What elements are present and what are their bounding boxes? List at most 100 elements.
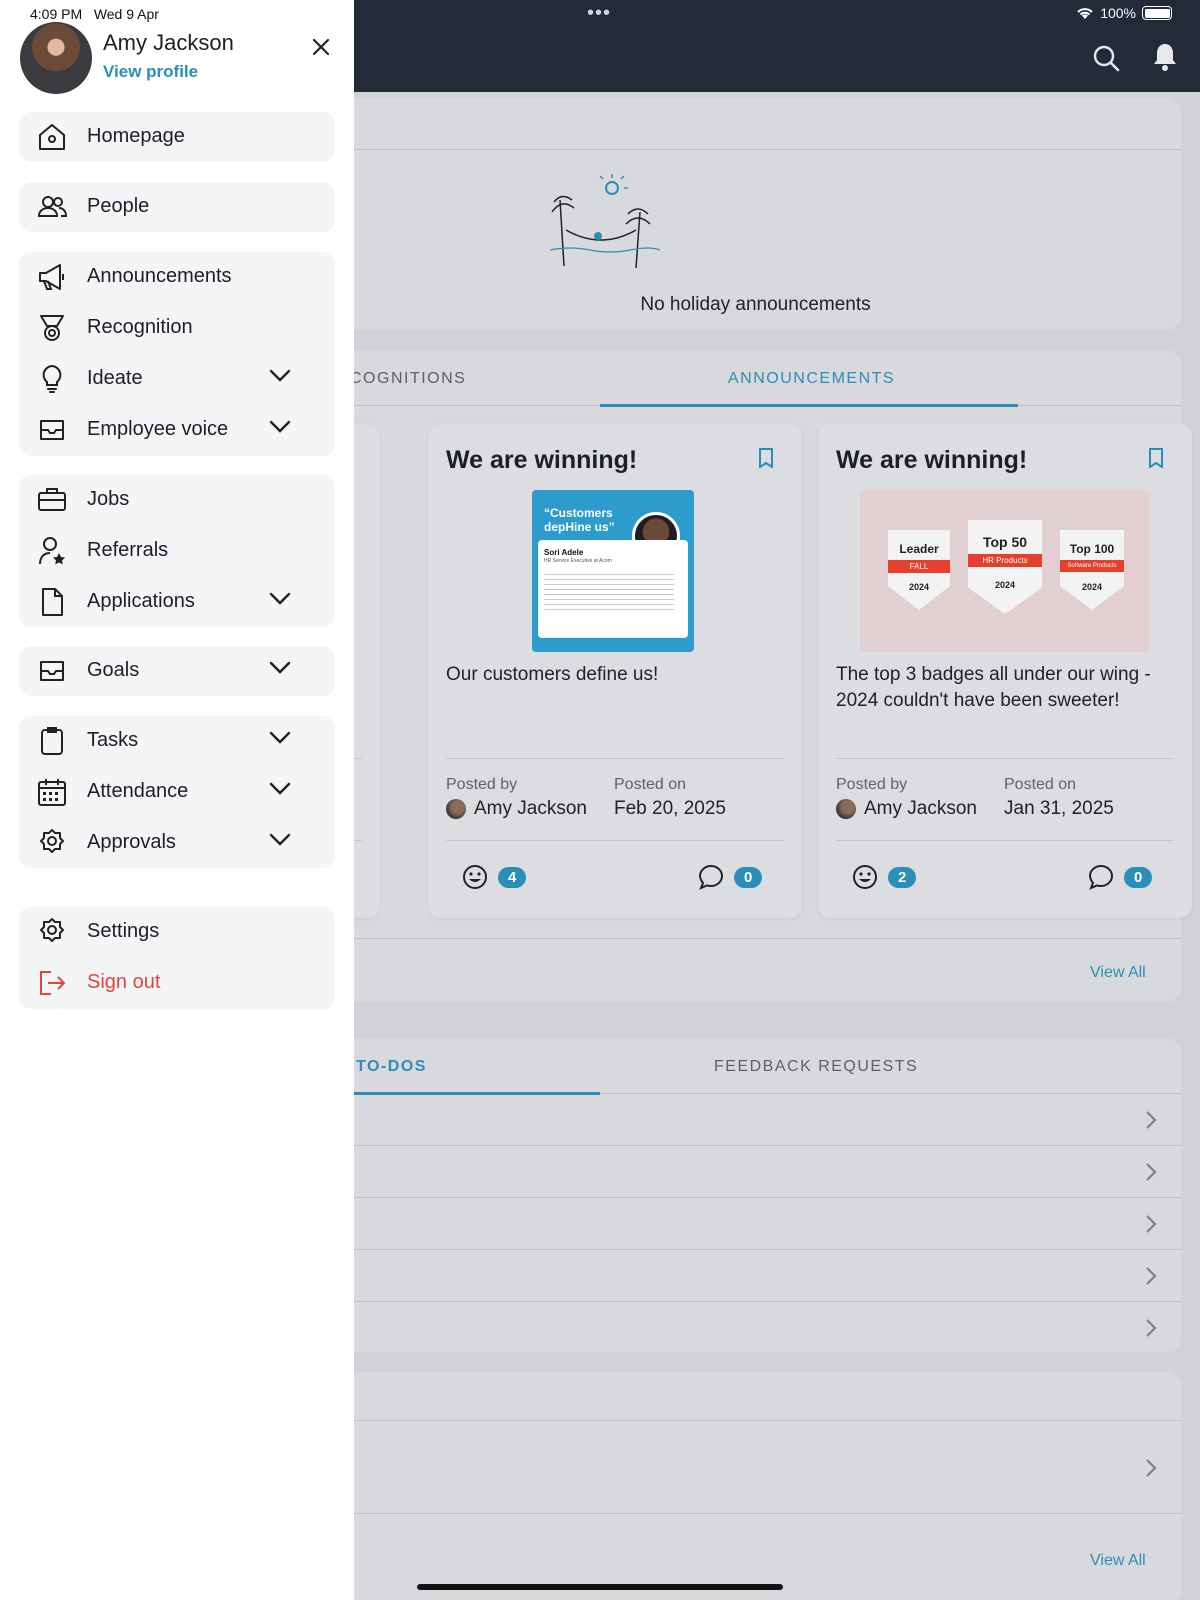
reactions[interactable]: 4 xyxy=(462,864,527,890)
home-indicator[interactable] xyxy=(417,1584,783,1590)
announcement-card[interactable]: We are winning! Leader FALL 2024 Top 50 … xyxy=(818,424,1192,918)
close-icon[interactable] xyxy=(310,36,332,58)
sidebar-item-employee-voice[interactable]: Employee voice xyxy=(19,405,335,455)
lightbulb-icon xyxy=(37,364,67,394)
list-item[interactable] xyxy=(330,1146,1181,1198)
chevron-right-icon xyxy=(1145,1162,1157,1182)
posted-on-date: Feb 20, 2025 xyxy=(614,798,726,819)
chevron-down-icon[interactable] xyxy=(269,731,291,745)
reaction-count: 4 xyxy=(498,866,527,888)
sidebar-item-attendance[interactable]: Attendance xyxy=(19,767,335,817)
chevron-right-icon xyxy=(1145,1110,1157,1130)
chevron-down-icon[interactable] xyxy=(269,420,291,434)
bell-icon[interactable] xyxy=(1152,42,1178,72)
announcements-tabs: COGNITIONS ANNOUNCEMENTS xyxy=(330,350,1181,407)
reaction-count: 2 xyxy=(888,866,917,888)
post-title: We are winning! xyxy=(446,446,638,474)
comment-icon[interactable] xyxy=(1088,864,1114,890)
sidebar-item-jobs[interactable]: Jobs xyxy=(19,475,335,525)
post-image-quote: “Customers depHine us” Sori Adele HR Ser… xyxy=(532,490,694,652)
battery-status: 100% xyxy=(1076,5,1172,21)
smiley-icon[interactable] xyxy=(852,864,878,890)
status-time: 4:09 PM Wed 9 Apr xyxy=(30,6,159,22)
home-icon xyxy=(37,122,67,152)
tab-feedback-requests[interactable]: FEEDBACK REQUESTS xyxy=(714,1058,918,1076)
avatar xyxy=(836,799,856,819)
list-item[interactable] xyxy=(330,1420,1181,1514)
nav-group-home: Homepage xyxy=(19,112,335,162)
multitask-dots-icon[interactable]: ••• xyxy=(587,2,611,25)
avatar xyxy=(446,799,466,819)
calendar-icon xyxy=(37,777,67,807)
sidebar-item-recognition[interactable]: Recognition xyxy=(19,303,335,353)
bookmark-icon[interactable] xyxy=(1148,448,1164,468)
sidebar-item-ideate[interactable]: Ideate xyxy=(19,354,335,404)
comment-count: 0 xyxy=(1124,866,1153,888)
view-all-link[interactable]: View All xyxy=(1090,1552,1146,1570)
sidebar-item-tasks[interactable]: Tasks xyxy=(19,716,335,766)
comment-count: 0 xyxy=(734,866,763,888)
battery-percent: 100% xyxy=(1100,5,1136,21)
tab-announcements[interactable]: ANNOUNCEMENTS xyxy=(728,370,895,388)
posted-by-name: Amy Jackson xyxy=(864,798,977,819)
list-item[interactable] xyxy=(330,1094,1181,1146)
sidebar-item-approvals[interactable]: Approvals xyxy=(19,818,335,868)
nav-group-work: Tasks Attendance Approvals xyxy=(19,716,335,868)
posted-by-name: Amy Jackson xyxy=(474,798,587,819)
todos-card: TO-DOS FEEDBACK REQUESTS xyxy=(330,1038,1181,1352)
nav-group-engage: Announcements Recognition Ideate Employe… xyxy=(19,252,335,456)
avatar[interactable] xyxy=(20,22,92,94)
list-item[interactable] xyxy=(330,1198,1181,1250)
nav-group-account: Settings Sign out xyxy=(19,907,335,1009)
posted-on-label: Posted on xyxy=(1004,776,1077,793)
nav-group-people: People xyxy=(19,182,335,232)
sidebar-item-sign-out[interactable]: Sign out xyxy=(19,958,335,1008)
view-profile-link[interactable]: View profile xyxy=(103,62,198,82)
sidebar-item-referrals[interactable]: Referrals xyxy=(19,526,335,576)
chevron-down-icon[interactable] xyxy=(269,592,291,606)
megaphone-icon xyxy=(37,262,67,292)
post-body: The top 3 badges all under our wing - 20… xyxy=(836,664,1151,711)
chevron-down-icon[interactable] xyxy=(269,661,291,675)
announcements-card: COGNITIONS ANNOUNCEMENTS 1 We are winnin… xyxy=(300,350,1192,1002)
sidebar-item-announcements[interactable]: Announcements xyxy=(19,252,335,302)
comments[interactable]: 0 xyxy=(698,864,763,890)
list-item[interactable] xyxy=(330,1250,1181,1302)
user-name: Amy Jackson xyxy=(103,30,234,55)
tab-todos[interactable]: TO-DOS xyxy=(356,1058,427,1076)
bookmark-icon[interactable] xyxy=(758,448,774,468)
posted-on-label: Posted on xyxy=(614,776,687,793)
list-item[interactable] xyxy=(330,1302,1181,1354)
inbox-icon xyxy=(37,415,67,445)
chevron-down-icon[interactable] xyxy=(269,833,291,847)
people-icon xyxy=(37,192,67,222)
sidebar-item-people[interactable]: People xyxy=(19,182,335,232)
wifi-icon xyxy=(1077,8,1093,19)
smiley-icon[interactable] xyxy=(462,864,488,890)
chevron-down-icon[interactable] xyxy=(269,369,291,383)
holiday-empty-text: No holiday announcements xyxy=(640,294,871,315)
nav-group-goals: Goals xyxy=(19,646,335,696)
comments[interactable]: 0 xyxy=(1088,864,1153,890)
post-body: Our customers define us! xyxy=(446,664,659,685)
sidebar-item-goals[interactable]: Goals xyxy=(19,646,335,696)
medal-icon xyxy=(37,313,67,343)
search-icon[interactable] xyxy=(1092,44,1120,72)
nav-group-hiring: Jobs Referrals Applications xyxy=(19,475,335,627)
comment-icon[interactable] xyxy=(698,864,724,890)
sign-out-icon xyxy=(37,968,67,998)
sidebar-item-homepage[interactable]: Homepage xyxy=(19,112,335,162)
sidebar-item-applications[interactable]: Applications xyxy=(19,577,335,627)
tab-recognitions[interactable]: COGNITIONS xyxy=(350,370,466,388)
announcement-card[interactable]: We are winning! “Customers depHine us” S… xyxy=(428,424,802,918)
posted-by-label: Posted by xyxy=(446,776,518,793)
sidebar-item-settings[interactable]: Settings xyxy=(19,907,335,957)
chevron-right-icon xyxy=(1145,1266,1157,1286)
settings-icon xyxy=(37,917,67,947)
view-all-link[interactable]: View All xyxy=(1090,964,1146,982)
reactions[interactable]: 2 xyxy=(852,864,917,890)
chevron-right-icon xyxy=(1145,1214,1157,1234)
chevron-down-icon[interactable] xyxy=(269,782,291,796)
battery-icon xyxy=(1142,6,1172,20)
file-icon xyxy=(37,587,67,617)
